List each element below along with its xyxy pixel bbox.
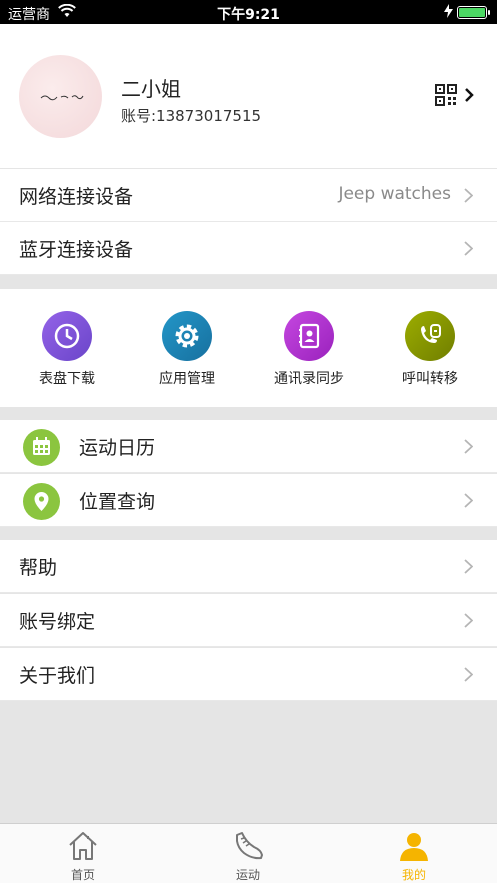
tab-mine[interactable]: 我的 <box>354 824 474 883</box>
about-us-label: 关于我们 <box>19 665 96 687</box>
network-device-value: Jeep watches <box>338 184 451 204</box>
tab-mine-label: 我的 <box>401 868 426 882</box>
function-grid: 表盘下载 应用管理 通讯录同步 呼叫转移 <box>0 289 497 407</box>
chevron-right-icon <box>464 559 473 574</box>
status-time: 下午9:21 <box>217 7 280 23</box>
tab-sport-label: 运动 <box>235 868 260 882</box>
location-query-row[interactable]: 位置查询 <box>0 474 497 527</box>
gear-icon <box>162 311 212 361</box>
calendar-icon <box>23 429 60 466</box>
tab-bar: 首页 运动 我的 <box>0 823 497 883</box>
qr-code-icon[interactable] <box>435 84 457 106</box>
status-bar: 运营商 下午9:21 <box>0 0 497 24</box>
tab-home[interactable]: 首页 <box>23 824 143 883</box>
chevron-right-icon <box>464 439 473 454</box>
dial-download-button[interactable]: 表盘下载 <box>5 311 129 391</box>
sport-calendar-label: 运动日历 <box>79 437 156 459</box>
bluetooth-device-row[interactable]: 蓝牙连接设备 <box>0 222 497 275</box>
avatar[interactable] <box>19 55 102 138</box>
chevron-right-icon[interactable] <box>464 88 474 102</box>
network-device-label: 网络连接设备 <box>19 186 134 208</box>
account-number: 账号:13873017515 <box>121 107 262 125</box>
call-forward-icon <box>405 311 455 361</box>
tab-sport[interactable]: 运动 <box>188 824 308 883</box>
sport-calendar-row[interactable]: 运动日历 <box>0 420 497 473</box>
contacts-sync-button[interactable]: 通讯录同步 <box>247 311 371 391</box>
help-label: 帮助 <box>19 557 58 579</box>
call-forward-label: 呼叫转移 <box>402 371 458 387</box>
contacts-sync-label: 通讯录同步 <box>274 371 344 387</box>
user-name: 二小姐 <box>121 77 181 101</box>
shoe-icon <box>236 832 263 860</box>
charging-icon <box>444 4 453 18</box>
clock-icon <box>42 311 92 361</box>
about-us-row[interactable]: 关于我们 <box>0 648 497 701</box>
chevron-right-icon <box>464 667 473 682</box>
network-device-row[interactable]: 网络连接设备 Jeep watches <box>0 169 497 222</box>
chevron-right-icon <box>464 493 473 508</box>
help-row[interactable]: 帮助 <box>0 540 497 593</box>
location-query-label: 位置查询 <box>79 491 156 513</box>
chevron-right-icon <box>464 188 473 203</box>
app-management-label: 应用管理 <box>159 371 215 387</box>
signature-image <box>40 95 84 101</box>
tab-home-label: 首页 <box>70 868 95 882</box>
profile-header[interactable]: 二小姐 账号:13873017515 <box>0 24 497 168</box>
bluetooth-device-label: 蓝牙连接设备 <box>19 239 134 261</box>
home-icon <box>69 832 97 860</box>
person-icon <box>400 833 428 861</box>
battery-icon <box>457 6 490 19</box>
chevron-right-icon <box>464 241 473 256</box>
call-forward-button[interactable]: 呼叫转移 <box>368 311 492 391</box>
account-binding-label: 账号绑定 <box>19 611 96 633</box>
account-binding-row[interactable]: 账号绑定 <box>0 594 497 647</box>
location-icon <box>23 483 60 520</box>
app-management-button[interactable]: 应用管理 <box>125 311 249 391</box>
contacts-icon <box>284 311 334 361</box>
chevron-right-icon <box>464 613 473 628</box>
dial-download-label: 表盘下载 <box>39 371 95 387</box>
